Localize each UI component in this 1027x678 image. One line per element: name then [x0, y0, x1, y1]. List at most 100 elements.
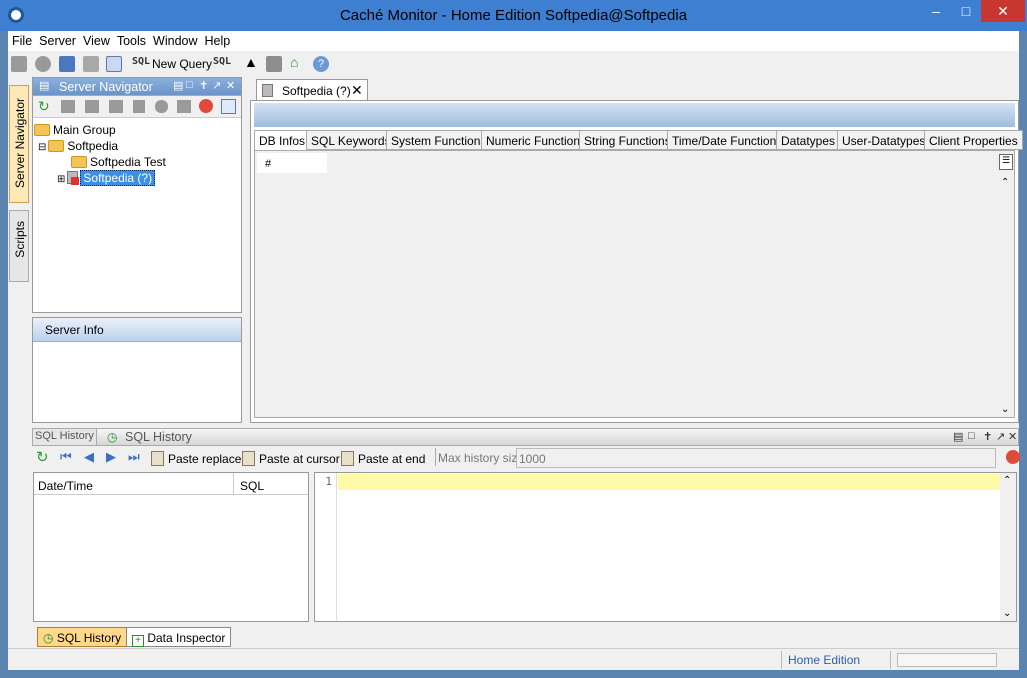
tree-item-main-group[interactable]: Main Group	[34, 123, 116, 139]
unplug-icon[interactable]	[83, 56, 99, 72]
disconnect-icon[interactable]	[35, 56, 51, 72]
export-icon[interactable]	[266, 56, 282, 72]
menu-file[interactable]: File	[8, 31, 35, 48]
help-icon[interactable]: ?	[313, 56, 329, 72]
connect-icon[interactable]	[11, 56, 27, 72]
scroll-up-icon[interactable]: ⌃	[1001, 177, 1009, 188]
folder-icon	[48, 140, 65, 152]
home-icon[interactable]: ⌂	[290, 54, 306, 70]
bottom-tab-data-inspector[interactable]: + Data Inspector	[126, 627, 232, 647]
grid-vertical-scrollbar[interactable]: ☰ ⌃ ⌄	[998, 151, 1014, 417]
scroll-up-icon[interactable]: ⌃	[1003, 475, 1011, 486]
window-title: Caché Monitor - Home Edition Softpedia@S…	[339, 7, 688, 24]
panel-float-icon[interactable]: ↗	[996, 430, 1005, 443]
clear-history-icon[interactable]	[1006, 450, 1020, 464]
menu-help[interactable]: Help	[201, 31, 234, 48]
edit-server-icon[interactable]	[85, 100, 99, 113]
sql-run-icon[interactable]: SQL	[213, 56, 231, 67]
panel-menu-icon[interactable]: ▤	[173, 79, 183, 92]
side-tab-scripts[interactable]: Scripts	[9, 210, 29, 282]
panel-menu-icon[interactable]: ▤	[953, 430, 963, 443]
paste-end-button[interactable]: Paste at end	[341, 451, 425, 466]
menu-tools[interactable]: Tools	[113, 31, 149, 48]
panel-pin-icon[interactable]: ✝	[983, 430, 992, 443]
panel-minimize-icon[interactable]: □	[186, 79, 193, 91]
remove-icon[interactable]	[199, 99, 213, 113]
panel-close-icon[interactable]: ✕	[226, 79, 235, 92]
tab-client-properties[interactable]: Client Properties	[924, 130, 1023, 150]
folder-icon[interactable]	[177, 100, 191, 113]
max-history-input[interactable]: 1000	[516, 448, 996, 468]
refresh-icon[interactable]: ↻	[38, 98, 50, 115]
tab-sql-history-inactive[interactable]: SQL History	[33, 429, 97, 445]
paste-icon	[341, 451, 354, 466]
column-chooser-icon[interactable]: ☰	[999, 154, 1013, 170]
editor-vertical-scrollbar[interactable]: ⌃ ⌄	[1000, 473, 1016, 621]
paste-cursor-label: Paste at cursor	[259, 452, 340, 466]
scroll-down-icon[interactable]: ⌄	[1001, 404, 1009, 415]
tab-system-functions[interactable]: System Functions	[386, 130, 492, 150]
menu-view[interactable]: View	[79, 31, 113, 48]
close-window-button[interactable]: ✕	[981, 0, 1025, 22]
tab-time-date-functions[interactable]: Time/Date Functions	[667, 130, 788, 150]
side-tab-scripts-label: Scripts	[13, 221, 27, 258]
folder-icon	[71, 156, 87, 168]
menu-window[interactable]: Window	[149, 31, 200, 48]
tab-db-infos[interactable]: DB Infos	[254, 130, 311, 150]
tab-string-functions[interactable]: String Functions	[579, 130, 676, 150]
application-window: Caché Monitor - Home Edition Softpedia@S…	[0, 0, 1027, 678]
toolbar-separator	[435, 448, 436, 466]
column-header-datetime[interactable]: Date/Time	[38, 479, 93, 493]
history-table: Date/Time SQL	[33, 472, 309, 622]
sql-history-editor[interactable]: 1 ⌃ ⌄	[314, 472, 1017, 622]
server-error-icon	[67, 171, 80, 185]
add-server-icon[interactable]	[61, 100, 75, 113]
sql-icon[interactable]: SQL	[132, 56, 150, 67]
copy-server-icon[interactable]	[109, 100, 123, 113]
tab-sql-keywords[interactable]: SQL Keywords	[306, 130, 396, 150]
tab-softpedia[interactable]: Softpedia (?) ✕	[256, 79, 368, 101]
panel-close-icon[interactable]: ✕	[1008, 430, 1017, 443]
bottom-tab-sql-history[interactable]: ◷ SQL History	[37, 627, 128, 647]
tree-item-softpedia-test[interactable]: Softpedia Test	[71, 155, 166, 171]
new-query-button[interactable]: New Query	[152, 57, 212, 71]
properties-icon[interactable]	[221, 99, 236, 114]
menu-bar: File Server View Tools Window Help	[8, 31, 1019, 51]
minimize-button[interactable]: –	[921, 0, 951, 22]
tab-numeric-functions[interactable]: Numeric Functions	[481, 130, 592, 150]
history-clock-icon: ◷	[107, 430, 118, 444]
tab-user-datatypes[interactable]: User-Datatypes	[837, 130, 931, 150]
tab-datatypes[interactable]: Datatypes	[776, 130, 841, 150]
tree-label: Softpedia Test	[90, 155, 166, 169]
panel-pin-icon[interactable]: ✝	[199, 79, 208, 92]
panel-float-icon[interactable]: ↗	[212, 79, 221, 92]
close-tab-icon[interactable]: ✕	[351, 82, 363, 99]
server-navigator-title: Server Navigator	[59, 80, 153, 94]
next-icon[interactable]: ▶	[106, 449, 116, 465]
menu-server[interactable]: Server	[35, 31, 79, 48]
panel-minimize-icon[interactable]: □	[968, 430, 975, 442]
tree-item-softpedia-server[interactable]: ⊞ Softpedia (?)	[57, 170, 156, 187]
last-icon[interactable]: ⏭	[128, 449, 140, 465]
collapse-icon[interactable]: ⊟	[38, 142, 46, 153]
server-icon[interactable]	[133, 100, 145, 113]
scroll-down-icon[interactable]: ⌄	[1003, 608, 1011, 619]
first-icon[interactable]: ⏮	[60, 449, 72, 465]
group-icon[interactable]	[155, 100, 168, 113]
document-area: DB Infos SQL Keywords System Functions N…	[250, 100, 1023, 423]
refresh-server-icon[interactable]	[106, 56, 122, 72]
previous-icon[interactable]: ◀	[84, 449, 94, 465]
refresh-icon[interactable]: ↻	[36, 448, 49, 466]
tree-item-softpedia[interactable]: ⊟ Softpedia	[38, 139, 118, 155]
side-tab-server-navigator[interactable]: Server Navigator	[9, 85, 29, 203]
bottom-tab-data-inspector-label: Data Inspector	[147, 631, 226, 645]
paste-cursor-button[interactable]: Paste at cursor	[242, 451, 340, 466]
server-navigator-panel: ▤ Server Navigator ▤ □ ✝ ↗ ✕ ↻	[32, 77, 242, 313]
compass-icon[interactable]: ▲	[244, 54, 260, 70]
plug-icon[interactable]	[59, 56, 75, 72]
expand-icon[interactable]: ⊞	[57, 174, 65, 185]
maximize-button[interactable]: □	[951, 0, 981, 22]
column-header-sql[interactable]: SQL	[240, 479, 264, 493]
folder-icon	[34, 124, 50, 136]
paste-replace-button[interactable]: Paste replace	[151, 451, 241, 466]
